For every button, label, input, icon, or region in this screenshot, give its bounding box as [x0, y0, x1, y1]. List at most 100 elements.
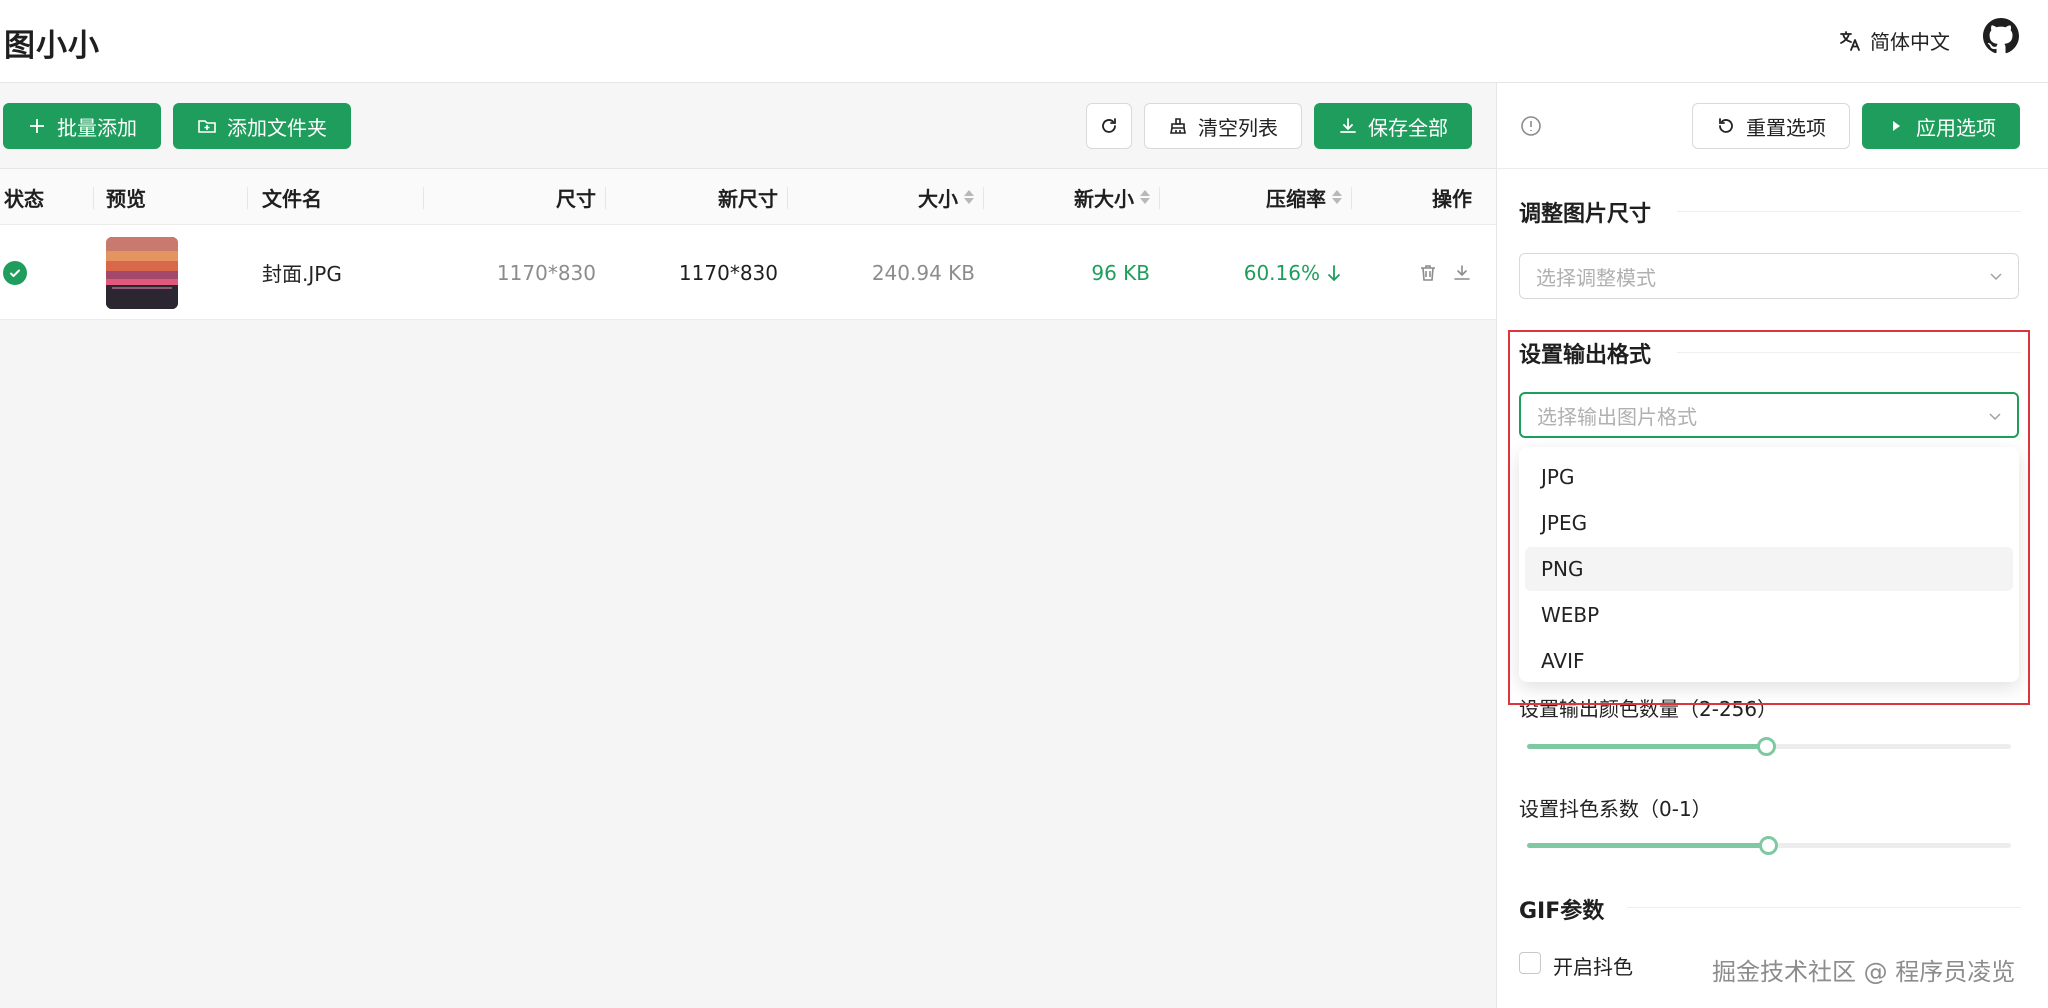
column-new-dimensions-label: 新尺寸 [718, 186, 778, 211]
row-actions [1418, 225, 1472, 320]
table-header: 状态 预览 文件名 尺寸 新尺寸 大小 新大小 压缩率 操作 [0, 169, 1496, 225]
gif-dither-checkbox[interactable] [1519, 952, 1541, 974]
table-row: 封面.JPG 1170*830 1170*830 240.94 KB 96 KB… [0, 225, 1496, 320]
add-folder-button[interactable]: 添加文件夹 [173, 103, 351, 149]
row-ratio: 60.16% [1160, 225, 1342, 320]
column-filename: 文件名 [248, 169, 424, 225]
row-status [3, 225, 27, 320]
arrow-down-icon [1328, 264, 1340, 281]
column-new-dimensions: 新尺寸 [606, 169, 788, 225]
slider-track [1527, 843, 1769, 848]
output-format-select[interactable]: 选择输出图片格式 [1519, 392, 2019, 438]
github-icon[interactable] [1983, 18, 2019, 54]
column-dimensions: 尺寸 [424, 169, 606, 225]
column-filename-label: 文件名 [262, 186, 322, 211]
chevron-down-icon [1990, 273, 2002, 281]
format-option-webp[interactable]: WEBP [1525, 593, 2013, 637]
clear-list-button[interactable]: 清空列表 [1144, 103, 1302, 149]
delete-icon[interactable] [1418, 263, 1438, 283]
info-icon[interactable] [1519, 114, 1543, 138]
slider-track [1527, 744, 1766, 749]
image-thumbnail[interactable] [106, 236, 178, 309]
column-new-size-label: 新大小 [1074, 186, 1134, 211]
app-window: 图小小 简体中文 批量添加 添加文件夹 清空列表 保存全部 状态 预览 文件名 … [0, 0, 2048, 1008]
download-icon[interactable] [1452, 263, 1472, 283]
format-section-title: 设置输出格式 [1519, 343, 1652, 368]
language-label: 简体中文 [1870, 30, 1950, 54]
panel-toolbar: 重置选项 应用选项 [1497, 83, 2048, 169]
app-header: 图小小 简体中文 [0, 0, 2048, 83]
format-option-png[interactable]: PNG [1525, 547, 2013, 591]
language-switcher[interactable]: 简体中文 [1838, 26, 1950, 55]
play-icon [1893, 121, 1900, 131]
sort-icon[interactable] [1332, 190, 1342, 204]
row-new-size: 96 KB [1091, 260, 1150, 285]
row-preview[interactable] [106, 225, 178, 320]
broom-icon [1170, 118, 1186, 134]
sort-icon[interactable] [1140, 190, 1150, 204]
apply-options-button[interactable]: 应用选项 [1862, 103, 2020, 149]
section-divider [1627, 907, 2021, 908]
apply-options-label: 应用选项 [1916, 115, 1996, 140]
chevron-down-icon [1989, 413, 2001, 421]
gif-dither-label: 开启抖色 [1553, 955, 1633, 979]
color-count-slider[interactable] [1527, 736, 2011, 756]
column-dimensions-label: 尺寸 [556, 186, 596, 211]
column-size-label: 大小 [918, 186, 958, 211]
gif-section-title: GIF参数 [1519, 899, 1605, 924]
add-folder-label: 添加文件夹 [227, 115, 327, 140]
row-ratio-value: 60.16% [1243, 260, 1320, 285]
column-new-size[interactable]: 新大小 [984, 169, 1160, 225]
app-logo: 图小小 [4, 28, 100, 64]
column-status-label: 状态 [4, 186, 44, 211]
refresh-icon [1102, 118, 1116, 133]
row-size: 240.94 KB [871, 260, 975, 285]
table-empty-area [0, 320, 1496, 1008]
format-option-jpeg[interactable]: JPEG [1525, 501, 2013, 545]
batch-add-button[interactable]: 批量添加 [3, 103, 161, 149]
download-icon [1340, 118, 1356, 133]
dither-coefficient-label: 设置抖色系数（0-1） [1519, 797, 1712, 821]
output-format-placeholder: 选择输出图片格式 [1537, 404, 1697, 429]
reset-icon [1719, 118, 1733, 133]
dither-coefficient-slider[interactable] [1527, 835, 2011, 855]
watermark-text: 掘金技术社区 @ 程序员凌览 [1712, 958, 2016, 986]
batch-add-label: 批量添加 [57, 115, 137, 140]
color-count-label: 设置输出颜色数量（2-256） [1519, 697, 1778, 721]
column-preview-label: 预览 [106, 186, 146, 211]
row-new-dimensions: 1170*830 [678, 260, 778, 285]
save-all-label: 保存全部 [1368, 115, 1448, 140]
refresh-button[interactable] [1086, 103, 1132, 149]
row-filename: 封面.JPG [262, 262, 342, 286]
resize-mode-select[interactable]: 选择调整模式 [1519, 253, 2019, 299]
resize-section-title: 调整图片尺寸 [1519, 202, 1652, 227]
file-toolbar: 批量添加 添加文件夹 清空列表 保存全部 [0, 83, 1496, 169]
row-dimensions: 1170*830 [496, 260, 596, 285]
column-actions-label: 操作 [1432, 186, 1472, 211]
column-preview: 预览 [94, 169, 248, 225]
check-circle-icon [3, 260, 27, 285]
section-divider [1677, 211, 2021, 212]
column-size[interactable]: 大小 [788, 169, 984, 225]
reset-options-button[interactable]: 重置选项 [1692, 103, 1850, 149]
reset-options-label: 重置选项 [1746, 115, 1826, 140]
options-panel: 重置选项 应用选项 调整图片尺寸 选择调整模式 设置输出格式 选择输出图片格式 … [1496, 83, 2048, 1008]
clear-list-label: 清空列表 [1198, 115, 1278, 140]
section-divider [1677, 352, 2021, 353]
folder-add-icon [198, 120, 216, 133]
slider-handle[interactable] [1759, 836, 1778, 855]
format-option-avif[interactable]: AVIF [1525, 639, 2013, 683]
output-format-dropdown: JPG JPEG PNG WEBP AVIF [1519, 447, 2019, 682]
translate-icon [1840, 30, 1860, 51]
column-actions: 操作 [1352, 169, 1472, 225]
column-status: 状态 [4, 169, 94, 225]
sort-icon[interactable] [964, 190, 974, 204]
format-option-jpg[interactable]: JPG [1525, 455, 2013, 499]
column-ratio[interactable]: 压缩率 [1160, 169, 1352, 225]
plus-icon [30, 119, 44, 133]
column-ratio-label: 压缩率 [1266, 186, 1326, 211]
slider-handle[interactable] [1757, 737, 1776, 756]
file-table: 状态 预览 文件名 尺寸 新尺寸 大小 新大小 压缩率 操作 封面.JPG 11… [0, 169, 1496, 320]
save-all-button[interactable]: 保存全部 [1314, 103, 1472, 149]
resize-mode-placeholder: 选择调整模式 [1536, 265, 1656, 290]
